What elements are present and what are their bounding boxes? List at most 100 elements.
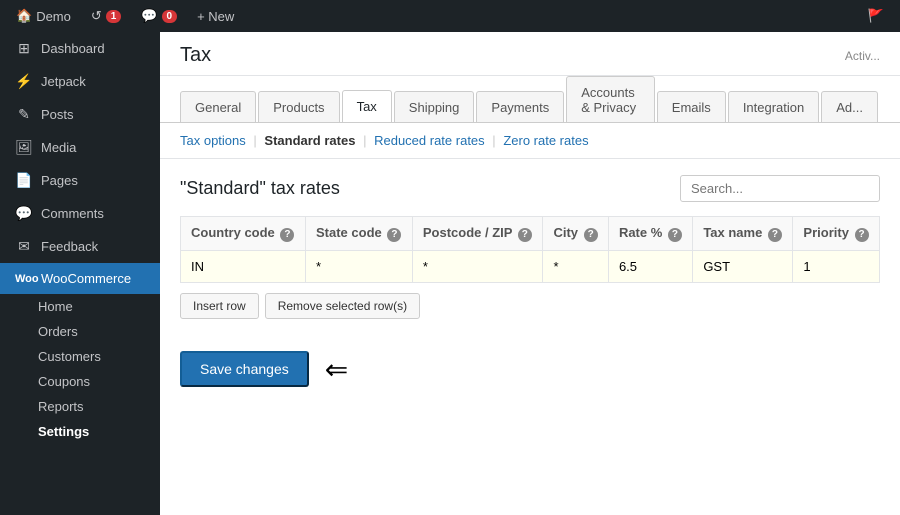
- admin-bar-comments[interactable]: 💬 0: [133, 0, 185, 32]
- content-area: Tax Activ... General Products Tax Shippi…: [160, 32, 900, 515]
- updates-icon: ↺: [91, 8, 102, 24]
- tab-shipping[interactable]: Shipping: [394, 91, 475, 123]
- sidebar-label-woocommerce: WooCommerce: [41, 271, 131, 286]
- remove-row-button[interactable]: Remove selected row(s): [265, 293, 420, 319]
- page-title: Tax: [180, 44, 211, 67]
- tab-payments[interactable]: Payments: [476, 91, 564, 123]
- sidebar-sub-orders[interactable]: Orders: [0, 319, 160, 344]
- search-input[interactable]: [680, 175, 880, 202]
- admin-bar-home[interactable]: 🏠 Demo: [8, 0, 79, 32]
- content-inner: Tax Activ... General Products Tax Shippi…: [160, 32, 900, 515]
- help-icon-priority[interactable]: ?: [855, 228, 869, 242]
- comments-badge: 0: [162, 10, 178, 23]
- woocommerce-icon: Woo: [15, 273, 33, 285]
- sidebar: ⊞ Dashboard ⚡ Jetpack ✎ Posts 🖼 Media 📄 …: [0, 32, 160, 515]
- sub-nav: Tax options | Standard rates | Reduced r…: [160, 123, 900, 159]
- sidebar-label-dashboard: Dashboard: [41, 41, 105, 56]
- sidebar-item-feedback[interactable]: ✉ Feedback: [0, 230, 160, 263]
- tab-emails[interactable]: Emails: [657, 91, 726, 123]
- tab-products[interactable]: Products: [258, 91, 339, 123]
- arrow-icon: ⇐: [325, 353, 348, 386]
- help-icon-city[interactable]: ?: [584, 228, 598, 242]
- col-state-code: State code ?: [306, 217, 413, 251]
- col-postcode: Postcode / ZIP ?: [412, 217, 543, 251]
- subnav-zero-rates[interactable]: Zero rate rates: [503, 133, 588, 148]
- cell-state_code[interactable]: *: [306, 251, 413, 283]
- admin-bar: 🏠 Demo ↺ 1 💬 0 + New 🚩: [0, 0, 900, 32]
- sidebar-label-posts: Posts: [41, 107, 74, 122]
- sidebar-item-jetpack[interactable]: ⚡ Jetpack: [0, 65, 160, 98]
- sidebar-item-posts[interactable]: ✎ Posts: [0, 98, 160, 131]
- dashboard-icon: ⊞: [15, 40, 33, 57]
- comments-sidebar-icon: 💬: [15, 205, 33, 222]
- flag-icon: 🚩: [868, 8, 884, 24]
- col-country-code: Country code ?: [181, 217, 306, 251]
- help-icon-state[interactable]: ?: [387, 228, 401, 242]
- sidebar-item-woocommerce[interactable]: Woo WooCommerce: [0, 263, 160, 294]
- tab-advanced[interactable]: Ad...: [821, 91, 878, 123]
- col-city: City ?: [543, 217, 608, 251]
- insert-row-button[interactable]: Insert row: [180, 293, 259, 319]
- sidebar-item-dashboard[interactable]: ⊞ Dashboard: [0, 32, 160, 65]
- tab-general[interactable]: General: [180, 91, 256, 123]
- help-icon-taxname[interactable]: ?: [768, 228, 782, 242]
- cell-postcode[interactable]: *: [412, 251, 543, 283]
- tab-accounts[interactable]: Accounts & Privacy: [566, 76, 655, 123]
- active-badge: Activ...: [845, 49, 880, 63]
- sidebar-label-feedback: Feedback: [41, 239, 98, 254]
- col-tax-name: Tax name ?: [693, 217, 793, 251]
- subnav-reduced-rates[interactable]: Reduced rate rates: [374, 133, 485, 148]
- feedback-icon: ✉: [15, 238, 33, 255]
- new-label: + New: [197, 9, 234, 24]
- sidebar-item-media[interactable]: 🖼 Media: [0, 131, 160, 164]
- pages-icon: 📄: [15, 172, 33, 189]
- comments-icon: 💬: [141, 8, 157, 24]
- col-priority: Priority ?: [793, 217, 880, 251]
- updates-badge: 1: [106, 10, 122, 23]
- cell-tax_name[interactable]: GST: [693, 251, 793, 283]
- cell-city[interactable]: *: [543, 251, 608, 283]
- admin-bar-flag[interactable]: 🚩: [860, 8, 892, 24]
- admin-bar-new[interactable]: + New: [189, 0, 242, 32]
- help-icon-country[interactable]: ?: [280, 228, 294, 242]
- sidebar-label-pages: Pages: [41, 173, 78, 188]
- section-title: "Standard" tax rates: [180, 178, 340, 199]
- sidebar-label-media: Media: [41, 140, 76, 155]
- sidebar-sub-coupons[interactable]: Coupons: [0, 369, 160, 394]
- cell-country_code[interactable]: IN: [181, 251, 306, 283]
- col-rate: Rate % ?: [608, 217, 692, 251]
- tax-table: Country code ? State code ? Postcode / Z…: [180, 216, 880, 283]
- subnav-standard-rates[interactable]: Standard rates: [264, 133, 355, 148]
- cell-rate[interactable]: 6.5: [608, 251, 692, 283]
- admin-bar-demo-label: Demo: [36, 9, 71, 24]
- sidebar-sub-home[interactable]: Home: [0, 294, 160, 319]
- subnav-tax-options[interactable]: Tax options: [180, 133, 246, 148]
- sidebar-sub-customers[interactable]: Customers: [0, 344, 160, 369]
- save-changes-button[interactable]: Save changes: [180, 351, 309, 387]
- sidebar-label-comments: Comments: [41, 206, 104, 221]
- tabs-bar: General Products Tax Shipping Payments A…: [160, 76, 900, 123]
- table-actions: Insert row Remove selected row(s): [180, 293, 880, 319]
- sidebar-label-jetpack: Jetpack: [41, 74, 86, 89]
- sidebar-item-comments[interactable]: 💬 Comments: [0, 197, 160, 230]
- page-header: Tax Activ...: [160, 32, 900, 76]
- help-icon-rate[interactable]: ?: [668, 228, 682, 242]
- help-icon-postcode[interactable]: ?: [518, 228, 532, 242]
- sidebar-item-pages[interactable]: 📄 Pages: [0, 164, 160, 197]
- sidebar-sub-settings[interactable]: Settings: [0, 419, 160, 444]
- cell-priority[interactable]: 1: [793, 251, 880, 283]
- main-layout: ⊞ Dashboard ⚡ Jetpack ✎ Posts 🖼 Media 📄 …: [0, 32, 900, 515]
- section-content: "Standard" tax rates Country code ? Stat…: [160, 159, 900, 335]
- home-icon: 🏠: [16, 8, 32, 24]
- admin-bar-right: 🚩: [860, 8, 892, 24]
- tab-tax[interactable]: Tax: [342, 90, 392, 123]
- posts-icon: ✎: [15, 106, 33, 123]
- jetpack-icon: ⚡: [15, 73, 33, 90]
- sidebar-sub-reports[interactable]: Reports: [0, 394, 160, 419]
- media-icon: 🖼: [15, 139, 33, 156]
- table-row: IN***6.5GST1: [181, 251, 880, 283]
- section-heading: "Standard" tax rates: [180, 175, 880, 202]
- tab-integration[interactable]: Integration: [728, 91, 819, 123]
- save-section: Save changes ⇐: [160, 335, 900, 403]
- admin-bar-updates[interactable]: ↺ 1: [83, 0, 129, 32]
